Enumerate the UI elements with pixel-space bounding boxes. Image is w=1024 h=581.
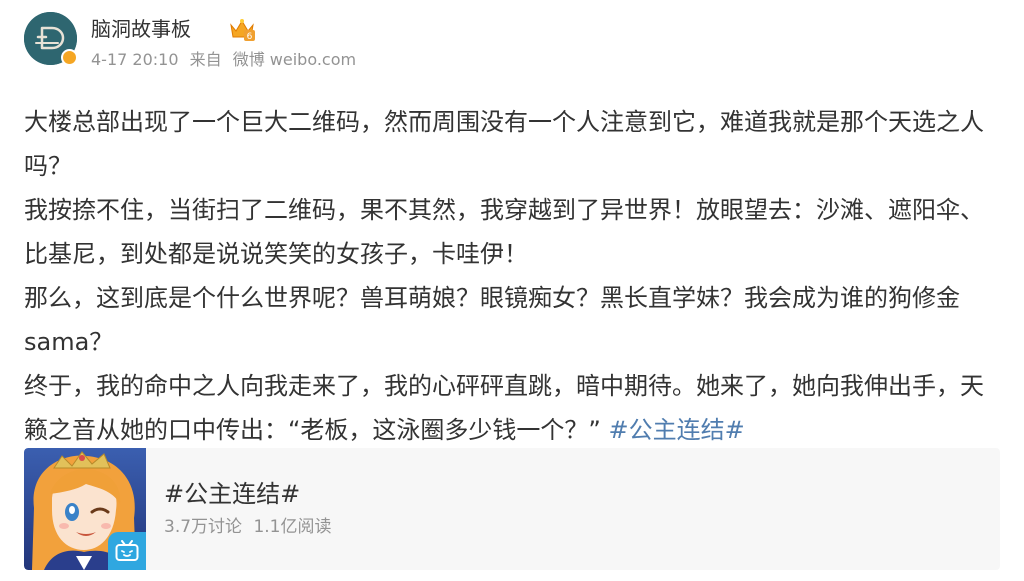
- topic-card-title[interactable]: #公主连结#: [164, 478, 300, 510]
- post-source[interactable]: 微博 weibo.com: [233, 50, 356, 69]
- source-prefix: 来自: [189, 50, 222, 69]
- post-paragraph-4: 终于，我的命中之人向我走来了，我的心砰砰直跳，暗中期待。她来了，她向我伸出手，天…: [24, 364, 999, 452]
- post-meta: 4-17 20:10 来自 微博 weibo.com: [91, 49, 362, 71]
- author-avatar[interactable]: [24, 12, 78, 66]
- topic-card-stats: 3.7万讨论 1.1亿阅读: [164, 516, 338, 538]
- crown-vip-icon[interactable]: 6: [229, 17, 255, 41]
- verified-badge-icon: [61, 49, 78, 66]
- vip-level: 6: [247, 32, 253, 41]
- post-content: 大楼总部出现了一个巨大二维码，然而周围没有一个人注意到它，难道我就是那个天选之人…: [24, 100, 999, 452]
- anime-girl-cover-image: [24, 448, 146, 570]
- author-name[interactable]: 脑洞故事板: [91, 15, 191, 43]
- post-header: 脑洞故事板 6 4-17 20:10 来自 微博 weibo.com: [24, 12, 824, 72]
- post-paragraph-3: 那么，这到底是个什么世界呢？兽耳萌娘？眼镜痴女？黑长直学妹？我会成为谁的狗修金s…: [24, 284, 960, 356]
- topic-read-count: 1.1亿阅读: [253, 517, 332, 537]
- bilibili-tv-icon: [108, 532, 146, 570]
- post-paragraph-4-text: 终于，我的命中之人向我走来了，我的心砰砰直跳，暗中期待。她来了，她向我伸出手，天…: [24, 372, 984, 444]
- post-paragraph-1: 大楼总部出现了一个巨大二维码，然而周围没有一个人注意到它，难道我就是那个天选之人…: [24, 108, 984, 180]
- topic-card[interactable]: #公主连结# 3.7万讨论 1.1亿阅读: [24, 448, 1000, 570]
- topic-discussion-count: 3.7万讨论: [164, 517, 243, 537]
- post-paragraph-2: 我按捺不住，当街扫了二维码，果不其然，我穿越到了异世界！放眼望去：沙滩、遮阳伞、…: [24, 196, 984, 268]
- topic-hashtag-link[interactable]: #公主连结#: [609, 416, 745, 444]
- post-time[interactable]: 4-17 20:10: [91, 50, 179, 69]
